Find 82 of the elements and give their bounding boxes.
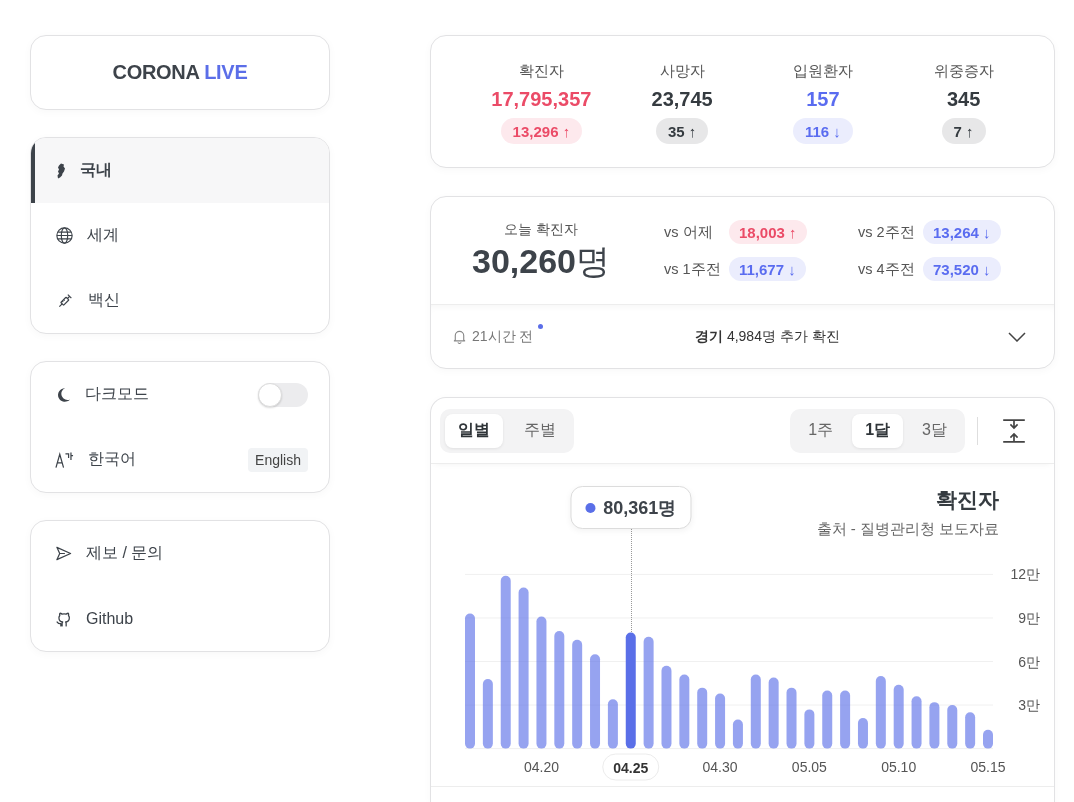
axis-label: 05.05 <box>791 759 827 775</box>
bar <box>840 690 851 749</box>
tab[interactable]: 1달 <box>852 413 904 448</box>
bar <box>929 702 940 749</box>
notice-message: 경기 4,984명 추가 확진 <box>695 327 840 346</box>
stat-value: 345 <box>946 87 981 112</box>
bar <box>715 693 726 749</box>
change-value: 11,677 ↓ <box>729 257 806 281</box>
map-icon <box>56 162 66 179</box>
change-value: 7 ↑ <box>941 118 986 144</box>
bar <box>983 729 993 749</box>
tab[interactable]: 3달 <box>909 413 960 448</box>
nav-item[interactable]: 국내 <box>31 138 329 203</box>
syringe-icon <box>56 291 74 310</box>
chart-title: 확진자 <box>936 487 999 513</box>
setting-label: 한국어 <box>88 449 136 469</box>
stat-label: 입원환자 <box>792 61 853 81</box>
comparison-label: vs 1주전 <box>664 259 722 279</box>
height-icon <box>1002 418 1026 443</box>
axis-label: 05.10 <box>881 759 917 775</box>
axis-label: 9만 <box>1018 609 1040 626</box>
chart-height-button[interactable] <box>1002 418 1026 443</box>
logo-text[interactable]: CORONA LIVE <box>112 61 248 84</box>
axis-label: 6만 <box>1018 653 1040 670</box>
globe-icon <box>56 227 73 244</box>
bar <box>732 719 743 749</box>
moon-icon <box>55 386 71 403</box>
tooltip-value: 80,361명 <box>603 496 677 520</box>
tab[interactable]: 일별 <box>445 413 503 448</box>
x-tick-label: 04.25 <box>613 759 649 776</box>
stat-label: 확진자 <box>518 61 564 81</box>
change-value: 35 ↑ <box>655 118 709 144</box>
bar <box>947 705 958 749</box>
bar <box>893 684 904 749</box>
bar <box>822 690 833 749</box>
stat-value: 157 <box>806 87 840 112</box>
comparison-label: vs 2주전 <box>858 222 916 242</box>
bar <box>911 696 922 749</box>
nav-item[interactable]: 백신 <box>31 268 329 333</box>
axis-label: 12만 <box>1010 566 1040 583</box>
github-icon <box>55 610 72 627</box>
stat-label: 사망자 <box>659 61 705 81</box>
bar <box>607 699 618 749</box>
stat-label: 위중증자 <box>933 61 994 81</box>
today-value: 30,260명 <box>472 240 610 282</box>
language-button[interactable]: English <box>248 447 308 472</box>
link-item[interactable]: 제보 / 문의 <box>31 521 329 586</box>
stat-value: 23,745 <box>651 87 713 112</box>
selected-date-label: 04.25 <box>602 753 660 781</box>
bell-icon <box>452 329 467 344</box>
bar <box>857 718 868 749</box>
translate-icon <box>55 450 74 469</box>
notice-time: 21시간 전 <box>472 327 534 346</box>
nav-item[interactable]: 세계 <box>31 203 329 268</box>
axis-label: 05.15 <box>970 759 1006 775</box>
change-value: 13,296 ↑ <box>500 118 583 144</box>
tab[interactable]: 1주 <box>795 413 847 448</box>
expand-button[interactable] <box>1008 331 1026 342</box>
bar <box>697 687 708 749</box>
axis-label: 04.20 <box>523 759 559 775</box>
change-value: 13,264 ↓ <box>923 220 1001 244</box>
send-icon <box>55 545 72 562</box>
link-item[interactable]: Github <box>31 586 329 651</box>
toggle-switch[interactable] <box>258 382 308 407</box>
comparison-label: vs 어제 <box>664 222 714 242</box>
comparison-label: vs 4주전 <box>858 259 916 279</box>
change-value: 73,520 ↓ <box>923 257 1001 281</box>
bar <box>768 677 779 749</box>
bar <box>482 678 493 749</box>
axis-label: 04.30 <box>702 759 738 775</box>
bar <box>965 712 976 749</box>
stat-value: 17,795,357 <box>491 87 592 112</box>
change-value: 18,003 ↑ <box>729 220 807 244</box>
chart-source: 출처 - 질병관리청 보도자료 <box>816 519 999 539</box>
bar <box>804 709 815 749</box>
bar <box>786 687 797 749</box>
change-value: 116 ↓ <box>792 118 853 144</box>
tab[interactable]: 주별 <box>511 413 569 448</box>
axis-label: 3만 <box>1018 697 1040 714</box>
chevron-down-icon <box>1008 331 1026 342</box>
setting-label: 다크모드 <box>85 384 149 404</box>
today-label: 오늘 확진자 <box>504 219 578 239</box>
